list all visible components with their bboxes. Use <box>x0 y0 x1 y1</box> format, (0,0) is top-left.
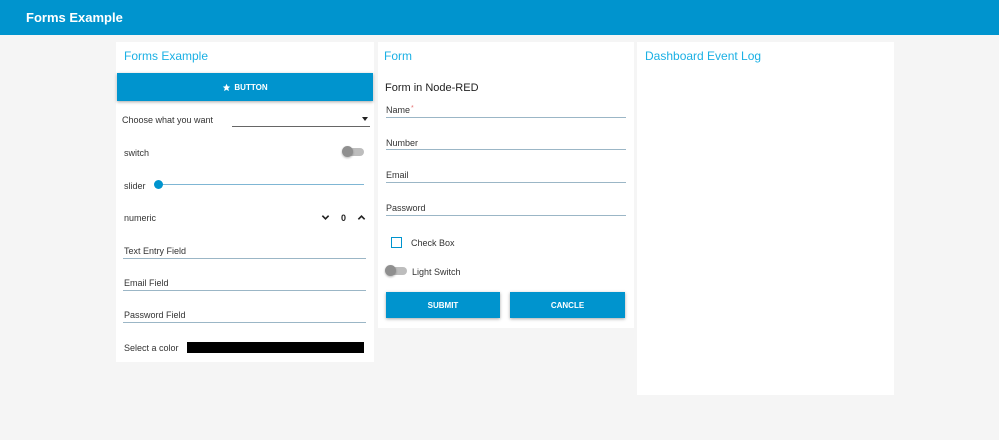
color-picker[interactable] <box>187 342 364 353</box>
number-underline <box>386 149 626 150</box>
star-button-label: BUTTON <box>234 82 268 92</box>
light-switch-knob <box>385 265 396 276</box>
submit-button[interactable]: SUBMIT <box>386 292 500 318</box>
email-field[interactable]: Email Field <box>124 276 366 291</box>
switch-label: switch <box>124 148 150 158</box>
star-icon <box>223 83 231 91</box>
color-picker-label: Select a color <box>124 343 179 353</box>
email-placeholder: Email Field <box>124 278 169 288</box>
slider-label: slider <box>124 181 146 191</box>
star-button[interactable]: BUTTON <box>117 73 373 101</box>
form-heading: Form in Node-RED <box>385 82 479 94</box>
top-app-bar: Forms Example <box>0 0 999 35</box>
light-switch-toggle[interactable] <box>385 265 409 278</box>
form-card-title: Form <box>384 49 412 63</box>
forms-example-card: Forms Example BUTTON Choose what you wan… <box>116 42 374 362</box>
password-underline <box>123 322 366 323</box>
event-log-card: Dashboard Event Log <box>637 42 894 395</box>
dropdown-underline <box>232 126 370 127</box>
chevron-down-icon <box>362 117 368 121</box>
slider-thumb[interactable] <box>154 180 163 189</box>
name-underline <box>386 117 626 118</box>
forms-example-card-title: Forms Example <box>124 49 209 63</box>
text-entry-field[interactable]: Text Entry Field <box>124 244 366 259</box>
dropdown-label: Choose what you want <box>122 115 214 125</box>
switch-toggle[interactable] <box>342 146 366 159</box>
event-log-title: Dashboard Event Log <box>645 49 762 63</box>
password-field[interactable]: Password Field <box>124 308 366 323</box>
text-entry-underline <box>123 258 366 259</box>
check-box-label: Check Box <box>411 238 455 248</box>
name-field-label: Name* <box>386 105 414 115</box>
email-underline <box>123 290 366 291</box>
numeric-label: numeric <box>124 213 157 223</box>
numeric-value: 0 <box>341 213 347 223</box>
check-box[interactable] <box>391 237 402 248</box>
switch-knob <box>342 146 353 157</box>
number-field-label: Number <box>386 138 419 148</box>
form-card: Form Form in Node-RED Name* Number Email… <box>378 42 634 328</box>
cancel-button[interactable]: CANCLE <box>510 292 625 318</box>
light-switch-label: Light Switch <box>412 267 461 277</box>
required-mark: * <box>411 105 414 112</box>
password-input-underline <box>386 215 626 216</box>
chevron-down-icon[interactable] <box>321 213 330 222</box>
chevron-up-icon[interactable] <box>357 213 366 222</box>
password-input-label: Password <box>386 203 426 213</box>
email-input-underline <box>386 182 626 183</box>
password-placeholder: Password Field <box>124 310 186 320</box>
slider-track[interactable] <box>158 184 364 185</box>
email-input-label: Email <box>386 170 409 180</box>
choice-dropdown[interactable] <box>232 110 370 127</box>
text-entry-placeholder: Text Entry Field <box>124 246 187 256</box>
page-title: Forms Example <box>26 10 123 25</box>
